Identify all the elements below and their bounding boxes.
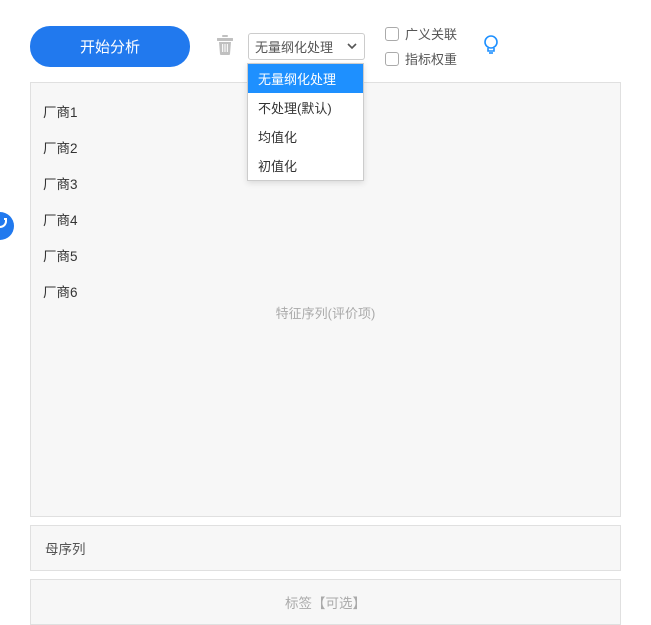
chevron-down-icon [346,40,358,52]
mother-sequence-panel[interactable]: 母序列 [30,525,621,571]
list-item[interactable]: 厂商4 [43,201,608,237]
options-checks: 广义关联 指标权重 [385,24,457,68]
indicator-weight-checkbox[interactable]: 指标权重 [385,49,457,68]
broad-relation-checkbox[interactable]: 广义关联 [385,24,457,43]
normalize-dropdown: 无量纲化处理不处理(默认)均值化初值化 [247,63,364,181]
mother-sequence-label: 母序列 [45,542,86,557]
checkbox-box [385,27,399,41]
normalize-option[interactable]: 均值化 [248,122,363,151]
side-badge-icon [0,220,7,228]
label-optional-placeholder: 标签【可选】 [285,596,366,611]
hint-bulb-icon[interactable] [481,34,501,59]
start-analysis-button[interactable]: 开始分析 [30,26,190,67]
checkbox-box [385,52,399,66]
normalize-select-value: 无量纲化处理 [255,37,342,56]
normalize-option[interactable]: 不处理(默认) [248,93,363,122]
normalize-option[interactable]: 无量纲化处理 [248,64,363,93]
feature-sequence-placeholder: 特征序列(评价项) [31,303,620,322]
checkbox-label: 广义关联 [405,24,457,43]
normalize-select: 无量纲化处理 无量纲化处理不处理(默认)均值化初值化 [248,33,365,60]
normalize-option[interactable]: 初值化 [248,151,363,180]
normalize-select-box[interactable]: 无量纲化处理 [248,33,365,60]
checkbox-label: 指标权重 [405,49,457,68]
list-item[interactable]: 厂商5 [43,237,608,273]
label-optional-panel[interactable]: 标签【可选】 [30,579,621,625]
trash-icon[interactable] [216,35,234,58]
top-bar: 开始分析 无量纲化处理 无量纲化处理不处理(默认)均值化初值化 广义关联 指标权… [0,0,651,82]
